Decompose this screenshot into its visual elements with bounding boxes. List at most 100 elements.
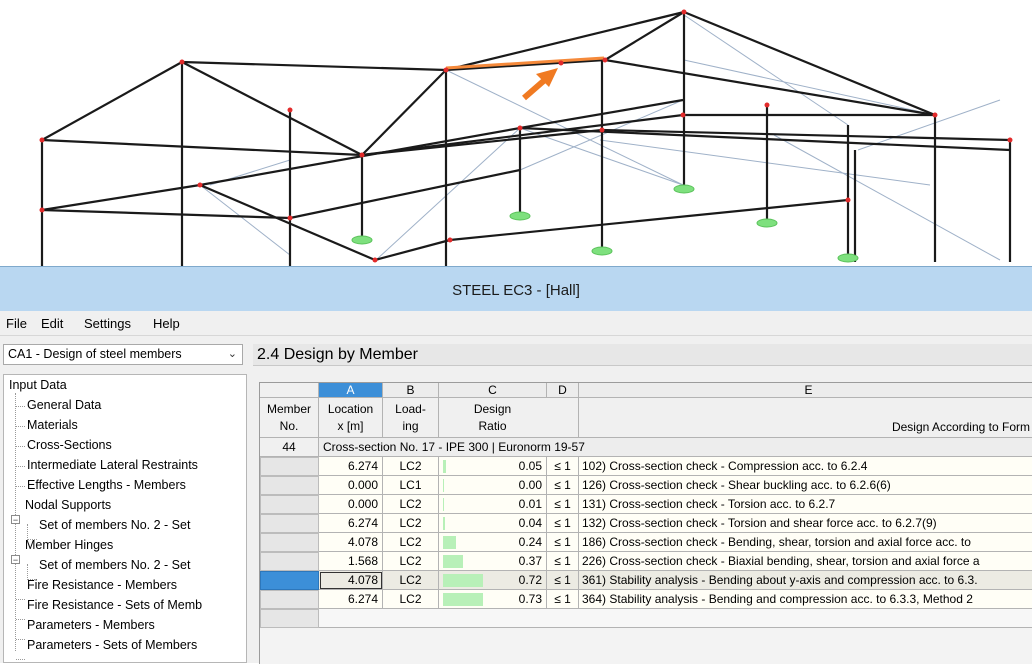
tree-item-materials[interactable]: Materials bbox=[27, 415, 78, 435]
header-member: Member No. bbox=[260, 398, 319, 438]
cell-criterion[interactable]: ≤ 1 bbox=[547, 476, 579, 495]
row-header[interactable] bbox=[260, 476, 319, 495]
cell-loading[interactable]: LC2 bbox=[383, 590, 439, 609]
navigator-tree[interactable]: − − Input Data General Data Materials Cr… bbox=[3, 374, 247, 663]
cell-design-ratio[interactable]: 0.73 bbox=[439, 590, 547, 609]
cell-design-ratio[interactable]: 0.72 bbox=[439, 571, 547, 590]
menu-file[interactable]: File bbox=[6, 316, 27, 331]
cell-location[interactable]: 6.274 bbox=[319, 590, 383, 609]
column-letter-b[interactable]: B bbox=[383, 383, 439, 398]
header-loading-line2: ing bbox=[402, 419, 419, 433]
header-location-line1: Location bbox=[327, 402, 374, 416]
ratio-bar bbox=[443, 498, 444, 511]
menu-help[interactable]: Help bbox=[153, 316, 180, 331]
cell-design-ratio[interactable]: 0.04 bbox=[439, 514, 547, 533]
row-header[interactable] bbox=[260, 533, 319, 552]
column-letter-c[interactable]: C bbox=[439, 383, 547, 398]
tree-item-nodal-supports[interactable]: Nodal Supports bbox=[25, 495, 111, 515]
ratio-value: 0.72 bbox=[518, 573, 542, 587]
cell-design-description[interactable]: 186) Cross-section check - Bending, shea… bbox=[579, 533, 1032, 552]
structure-3d-view[interactable] bbox=[0, 0, 1032, 270]
row-header[interactable] bbox=[260, 590, 319, 609]
cell-location[interactable]: 4.078 bbox=[319, 533, 383, 552]
header-loading: Load- ing bbox=[383, 398, 439, 438]
header-design-ratio-line2: Ratio bbox=[478, 419, 507, 433]
cell-criterion[interactable]: ≤ 1 bbox=[547, 457, 579, 476]
menu-settings[interactable]: Settings bbox=[84, 316, 131, 331]
tree-item-general-data[interactable]: General Data bbox=[27, 395, 101, 415]
cell-loading[interactable]: LC1 bbox=[383, 476, 439, 495]
cell-design-ratio[interactable]: 0.01 bbox=[439, 495, 547, 514]
table-row-empty[interactable] bbox=[319, 609, 1032, 628]
ratio-bar bbox=[443, 555, 463, 568]
tree-item-lateral-restraints[interactable]: Intermediate Lateral Restraints bbox=[27, 455, 198, 475]
cell-loading[interactable]: LC2 bbox=[383, 457, 439, 476]
cell-design-ratio[interactable]: 0.37 bbox=[439, 552, 547, 571]
cell-design-description[interactable]: 102) Cross-section check - Compression a… bbox=[579, 457, 1032, 476]
cell-design-description[interactable]: 131) Cross-section check - Torsion acc. … bbox=[579, 495, 1032, 514]
cell-location[interactable]: 4.078 bbox=[319, 571, 383, 590]
results-table[interactable]: A B C D E Member No. Location x [m] Load… bbox=[259, 382, 1032, 664]
column-letter-e[interactable]: E bbox=[579, 383, 1032, 398]
column-letter-d[interactable]: D bbox=[547, 383, 579, 398]
cell-design-ratio[interactable]: 0.05 bbox=[439, 457, 547, 476]
cell-design-description[interactable]: 364) Stability analysis - Bending and co… bbox=[579, 590, 1032, 609]
ratio-bar bbox=[443, 574, 483, 587]
header-design-ratio-line1: Design bbox=[473, 402, 512, 416]
row-header[interactable] bbox=[260, 457, 319, 476]
cell-loading[interactable]: LC2 bbox=[383, 514, 439, 533]
tree-item-fire-resistance-members[interactable]: Fire Resistance - Members bbox=[27, 575, 177, 595]
cell-criterion[interactable]: ≤ 1 bbox=[547, 514, 579, 533]
tree-item-parameters-sets[interactable]: Parameters - Sets of Members bbox=[27, 635, 197, 655]
cell-design-description[interactable]: 226) Cross-section check - Biaxial bendi… bbox=[579, 552, 1032, 571]
tree-item-member-hinges[interactable]: Member Hinges bbox=[25, 535, 113, 555]
cell-location[interactable]: 6.274 bbox=[319, 457, 383, 476]
row-header[interactable] bbox=[260, 552, 319, 571]
cell-location[interactable]: 0.000 bbox=[319, 476, 383, 495]
cell-design-description[interactable]: 361) Stability analysis - Bending about … bbox=[579, 571, 1032, 590]
ratio-bar bbox=[443, 536, 456, 549]
column-letter-a[interactable]: A bbox=[319, 383, 383, 398]
tree-item-member-hinges-set[interactable]: Set of members No. 2 - Set bbox=[39, 555, 190, 575]
cell-design-ratio[interactable]: 0.00 bbox=[439, 476, 547, 495]
ratio-value: 0.01 bbox=[518, 497, 542, 511]
cell-loading[interactable]: LC2 bbox=[383, 571, 439, 590]
cell-loading[interactable]: LC2 bbox=[383, 495, 439, 514]
tree-item-parameters-members[interactable]: Parameters - Members bbox=[27, 615, 155, 635]
cell-loading[interactable]: LC2 bbox=[383, 533, 439, 552]
collapse-icon[interactable]: − bbox=[11, 515, 20, 525]
tree-item-cross-sections[interactable]: Cross-Sections bbox=[27, 435, 112, 455]
cell-design-description[interactable]: 132) Cross-section check - Torsion and s… bbox=[579, 514, 1032, 533]
ratio-value: 0.37 bbox=[518, 554, 542, 568]
cell-criterion[interactable]: ≤ 1 bbox=[547, 552, 579, 571]
tree-item-effective-lengths[interactable]: Effective Lengths - Members bbox=[27, 475, 186, 495]
tree-item-fire-resistance-sets[interactable]: Fire Resistance - Sets of Memb bbox=[27, 595, 202, 615]
row-header-empty[interactable] bbox=[260, 609, 319, 628]
cell-design-description[interactable]: 126) Cross-section check - Shear bucklin… bbox=[579, 476, 1032, 495]
chevron-down-icon[interactable]: ⌄ bbox=[228, 345, 237, 364]
menu-edit[interactable]: Edit bbox=[41, 316, 63, 331]
cell-location[interactable]: 1.568 bbox=[319, 552, 383, 571]
case-select[interactable]: CA1 - Design of steel members ⌄ bbox=[3, 344, 243, 365]
cell-criterion[interactable]: ≤ 1 bbox=[547, 495, 579, 514]
cell-loading[interactable]: LC2 bbox=[383, 552, 439, 571]
row-header[interactable] bbox=[260, 571, 319, 590]
app-window: STEEL EC3 - [Hall] File Edit Settings He… bbox=[0, 266, 1032, 664]
row-header[interactable] bbox=[260, 495, 319, 514]
panel-title: 2.4 Design by Member bbox=[253, 344, 1032, 366]
header-design-ratio: Design Ratio bbox=[439, 398, 579, 438]
tree-item-nodal-supports-set[interactable]: Set of members No. 2 - Set bbox=[39, 515, 190, 535]
cell-location[interactable]: 0.000 bbox=[319, 495, 383, 514]
header-location-line2: x [m] bbox=[337, 419, 364, 433]
cell-location[interactable]: 6.274 bbox=[319, 514, 383, 533]
cell-criterion[interactable]: ≤ 1 bbox=[547, 571, 579, 590]
cross-section-group-label: Cross-section No. 17 - IPE 300 | Euronor… bbox=[319, 438, 1032, 457]
cell-design-ratio[interactable]: 0.24 bbox=[439, 533, 547, 552]
member-number[interactable]: 44 bbox=[260, 438, 319, 457]
collapse-icon[interactable]: − bbox=[11, 555, 20, 565]
tree-item-input-data[interactable]: Input Data bbox=[9, 375, 67, 395]
cell-criterion[interactable]: ≤ 1 bbox=[547, 590, 579, 609]
ratio-value: 0.24 bbox=[518, 535, 542, 549]
row-header[interactable] bbox=[260, 514, 319, 533]
cell-criterion[interactable]: ≤ 1 bbox=[547, 533, 579, 552]
